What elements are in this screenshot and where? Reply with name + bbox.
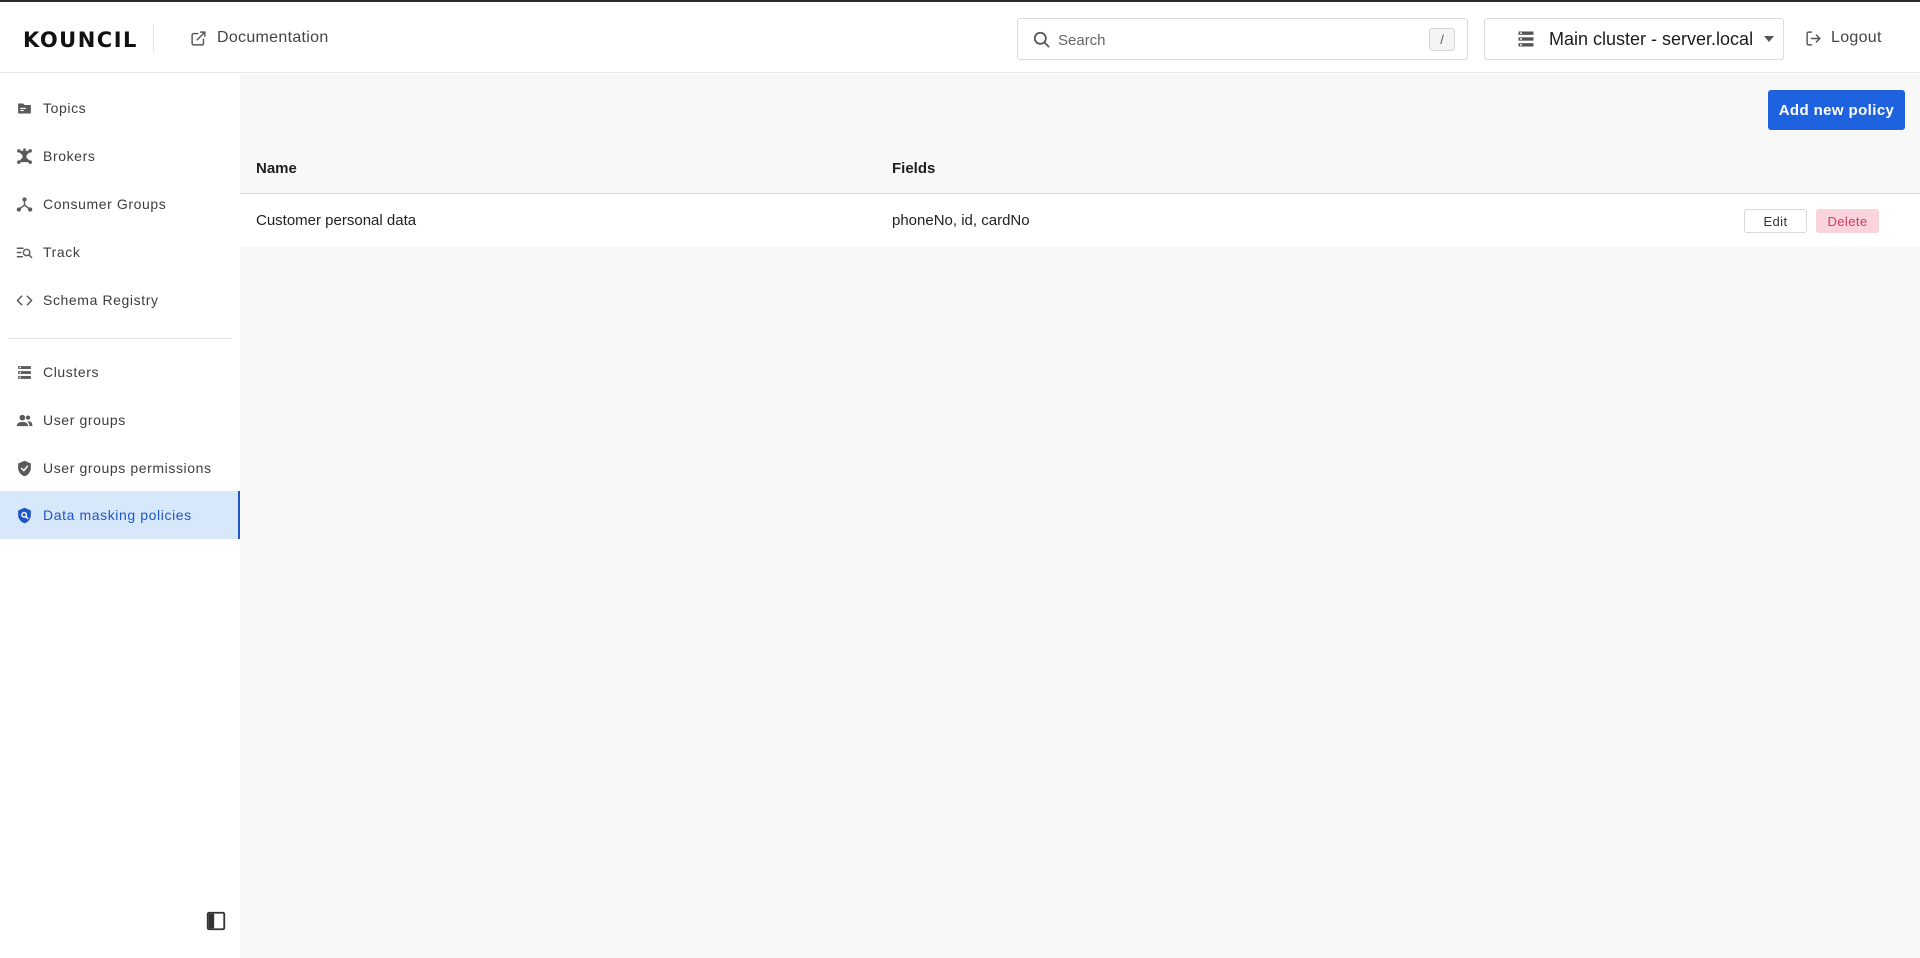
- sidebar-item-label: User groups: [43, 412, 126, 428]
- logout-icon: [1806, 30, 1821, 46]
- search-icon: [1033, 31, 1050, 48]
- sidebar-item-topics[interactable]: Topics: [0, 84, 240, 132]
- logout-label: Logout: [1831, 29, 1882, 46]
- track-icon: [16, 247, 33, 258]
- server-list-icon: [18, 365, 31, 379]
- sidebar-item-schema-registry[interactable]: Schema Registry: [0, 276, 240, 324]
- add-new-policy-button[interactable]: Add new policy: [1768, 90, 1905, 130]
- table-row[interactable]: Customer personal data phoneNo, id, card…: [240, 194, 1920, 247]
- search-box[interactable]: /: [1017, 18, 1468, 60]
- sidebar-item-label: Clusters: [43, 364, 100, 380]
- sidebar-item-label: Topics: [43, 100, 87, 116]
- sidebar-item-user-groups-permissions[interactable]: User groups permissions: [0, 444, 240, 492]
- header-divider: [153, 24, 154, 52]
- column-header-name[interactable]: Name: [256, 160, 297, 177]
- logout-button[interactable]: Logout: [1805, 26, 1882, 50]
- column-header-fields[interactable]: Fields: [892, 160, 935, 177]
- edit-button[interactable]: Edit: [1744, 209, 1807, 233]
- sidebar: Topics Brokers Consumer Groups Track Sch…: [0, 74, 240, 958]
- server-icon: [1518, 31, 1534, 47]
- delete-button[interactable]: Delete: [1816, 209, 1879, 233]
- shield-check-icon: [18, 460, 31, 476]
- network-icon: [17, 147, 32, 164]
- sidebar-item-label: Data masking policies: [43, 507, 192, 523]
- policy-fields: phoneNo, id, cardNo: [892, 212, 1030, 229]
- sidebar-divider: [8, 338, 232, 339]
- sidebar-item-label: Brokers: [43, 148, 96, 164]
- sidebar-item-label: User groups permissions: [43, 460, 212, 476]
- sidebar-item-consumer-groups[interactable]: Consumer Groups: [0, 180, 240, 228]
- sidebar-collapse-icon[interactable]: [205, 910, 227, 932]
- search-shortcut-key: /: [1429, 28, 1455, 51]
- sidebar-item-label: Track: [43, 244, 81, 260]
- sidebar-item-label: Consumer Groups: [43, 196, 167, 212]
- documentation-link[interactable]: Documentation: [190, 26, 329, 50]
- folder-icon: [18, 103, 31, 113]
- policy-name: Customer personal data: [256, 212, 417, 229]
- shield-search-icon: [18, 507, 31, 523]
- documentation-label: Documentation: [217, 29, 329, 46]
- consumer-groups-icon: [16, 196, 33, 212]
- search-input[interactable]: [1058, 27, 1418, 53]
- table-header: Name Fields: [240, 144, 1920, 194]
- sidebar-item-user-groups[interactable]: User groups: [0, 396, 240, 444]
- chevron-down-icon: [1764, 36, 1774, 42]
- sidebar-item-brokers[interactable]: Brokers: [0, 132, 240, 180]
- main-content: Add new policy Name Fields Customer pers…: [240, 74, 1920, 958]
- policies-table: Name Fields Customer personal data phone…: [240, 144, 1920, 247]
- sidebar-item-data-masking-policies[interactable]: Data masking policies: [0, 491, 240, 539]
- sidebar-item-label: Schema Registry: [43, 292, 159, 308]
- sidebar-item-track[interactable]: Track: [0, 228, 240, 276]
- app-logo[interactable]: KOUNCIL: [23, 28, 138, 52]
- cluster-select-value: Main cluster - server.local: [1549, 28, 1754, 49]
- sidebar-item-clusters[interactable]: Clusters: [0, 348, 240, 396]
- cluster-select[interactable]: Main cluster - server.local: [1484, 18, 1784, 60]
- app-header: KOUNCIL Documentation / Main cluster - s…: [0, 2, 1920, 73]
- code-icon: [16, 294, 33, 306]
- external-link-icon: [191, 30, 206, 46]
- user-group-icon: [16, 414, 33, 426]
